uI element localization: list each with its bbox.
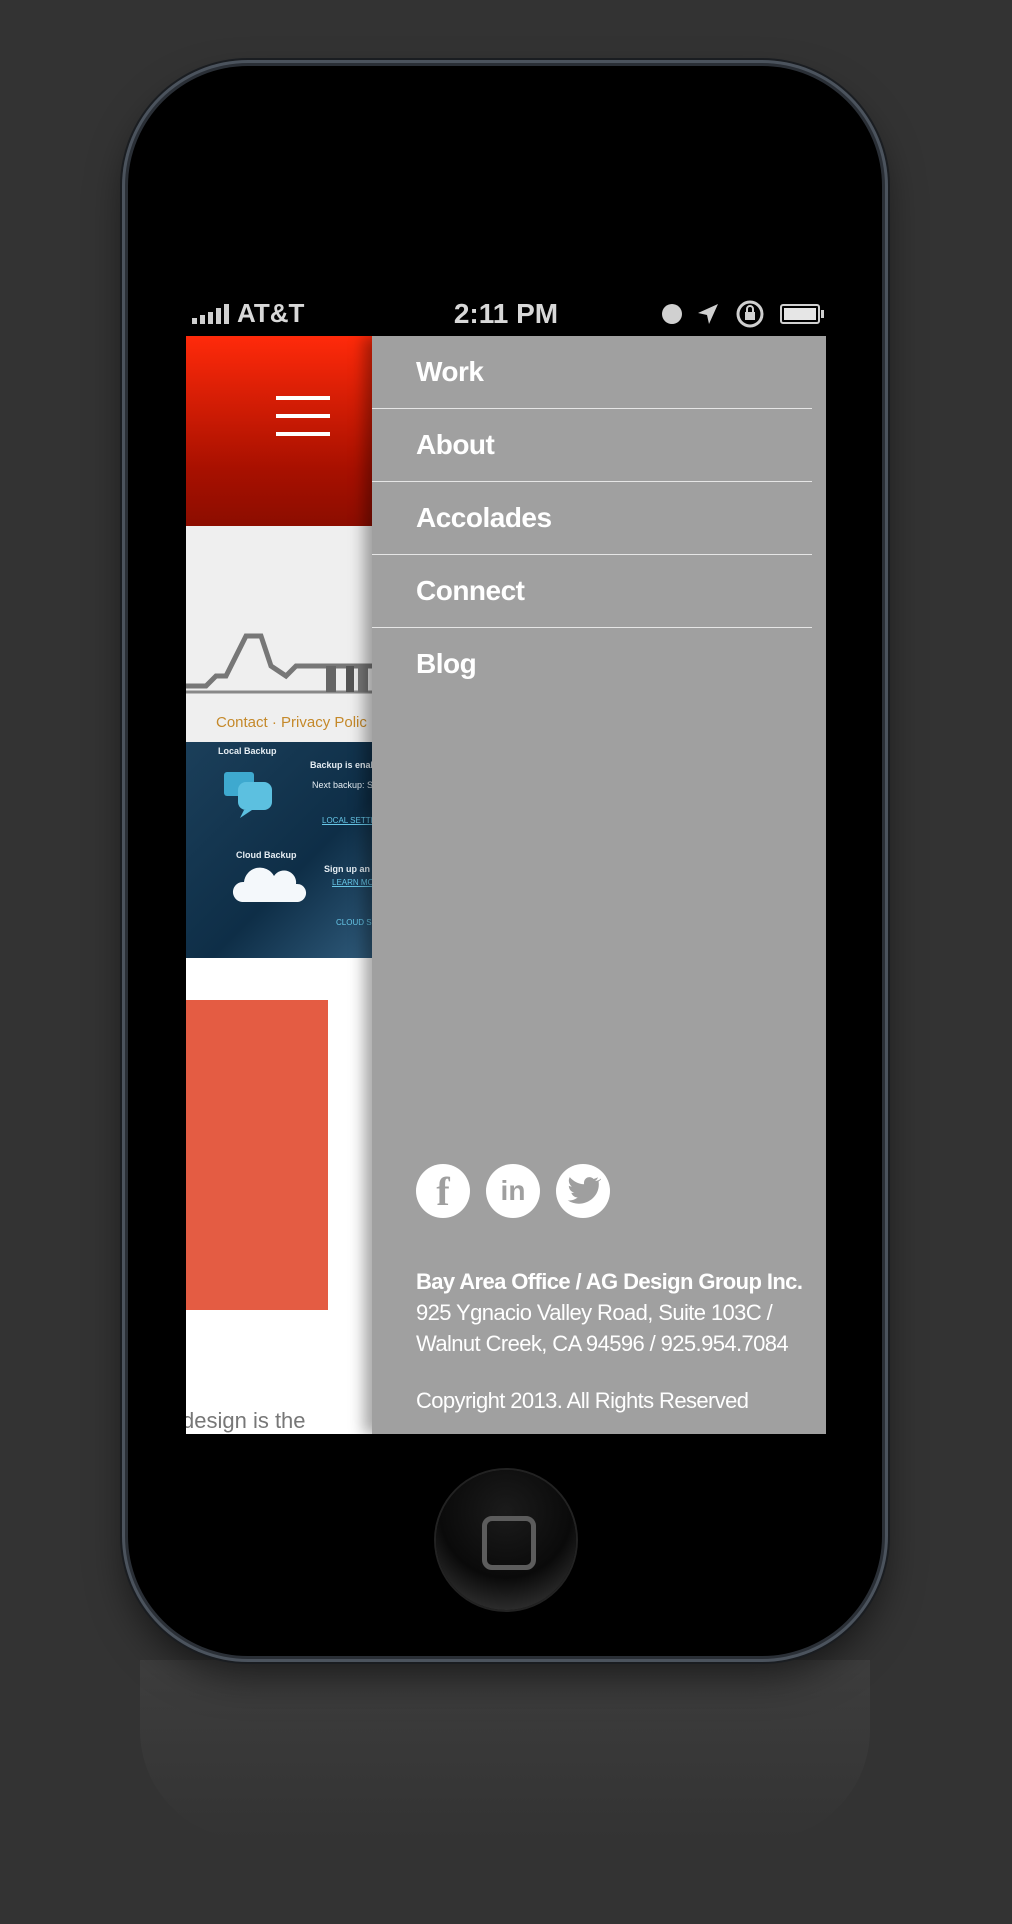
phone-reflection	[140, 1660, 870, 1840]
cloud-icon	[232, 867, 307, 902]
building-sketch-image: Contact · Privacy Polic	[186, 526, 372, 742]
location-arrow-icon	[698, 304, 718, 324]
facebook-glyph: f	[436, 1168, 450, 1214]
screen: Contact · Privacy Polic Local Backup Bac…	[186, 336, 826, 1434]
twitter-icon[interactable]	[556, 1164, 610, 1218]
office-name: Bay Area Office / AG Design Group Inc.	[416, 1269, 803, 1294]
backup-dashboard-image: Local Backup Backup is enab Next backup:…	[186, 742, 372, 958]
building-illustration	[186, 633, 372, 694]
menu-item-connect[interactable]: Connect	[372, 555, 812, 628]
mute-switch	[120, 290, 128, 354]
next-backup-label: Next backup: Sep	[312, 780, 372, 790]
volume-down-button	[120, 570, 128, 620]
coral-feature-block	[186, 1000, 328, 1310]
social-links: f in	[416, 1164, 610, 1218]
footer-links-peek: Contact · Privacy Polic	[216, 714, 367, 731]
volume-up-button	[120, 438, 128, 488]
linkedin-icon[interactable]: in	[486, 1164, 540, 1218]
alarm-icon	[662, 304, 682, 324]
cloud-settings-link: CLOUD S	[336, 918, 372, 927]
address-line-2: Walnut Creek, CA 94596 / 925.954.7084	[416, 1331, 789, 1356]
backup-enabled-label: Backup is enab	[310, 760, 372, 770]
linkedin-glyph: in	[500, 1175, 526, 1206]
office-address: Bay Area Office / AG Design Group Inc. 9…	[416, 1266, 803, 1359]
battery-icon	[780, 304, 824, 324]
rotation-lock-icon	[736, 300, 764, 328]
menu-item-blog[interactable]: Blog	[372, 628, 812, 700]
cloud-backup-label: Cloud Backup	[236, 850, 297, 860]
local-backup-label: Local Backup	[218, 746, 277, 756]
menu-item-work[interactable]: Work	[372, 336, 812, 409]
site-header	[186, 336, 372, 526]
menu-item-accolades[interactable]: Accolades	[372, 482, 812, 555]
menu-list: Work About Accolades Connect Blog	[372, 336, 812, 700]
navigation-drawer: Work About Accolades Connect Blog f in B…	[372, 336, 826, 1434]
menu-item-about[interactable]: About	[372, 409, 812, 482]
copyright-text: Copyright 2013. All Rights Reserved	[416, 1388, 749, 1413]
facebook-icon[interactable]: f	[416, 1164, 470, 1218]
page-content-peek: Contact · Privacy Polic Local Backup Bac…	[186, 336, 372, 1434]
monitor-chat-icon	[224, 772, 272, 818]
status-bar: AT&T 2:11 PM	[178, 290, 834, 336]
twitter-bird-icon	[567, 1177, 601, 1204]
local-settings-link: LOCAL SETTI	[322, 816, 372, 825]
power-button	[636, 58, 754, 66]
address-line-1: 925 Ygnacio Valley Road, Suite 103C /	[416, 1300, 773, 1325]
sign-up-label: Sign up an	[324, 864, 370, 874]
learn-more-link: LEARN MO	[332, 878, 372, 887]
hamburger-menu-icon[interactable]	[276, 396, 330, 436]
home-button[interactable]	[436, 1470, 576, 1610]
body-text-peek: design is the	[186, 1408, 306, 1433]
